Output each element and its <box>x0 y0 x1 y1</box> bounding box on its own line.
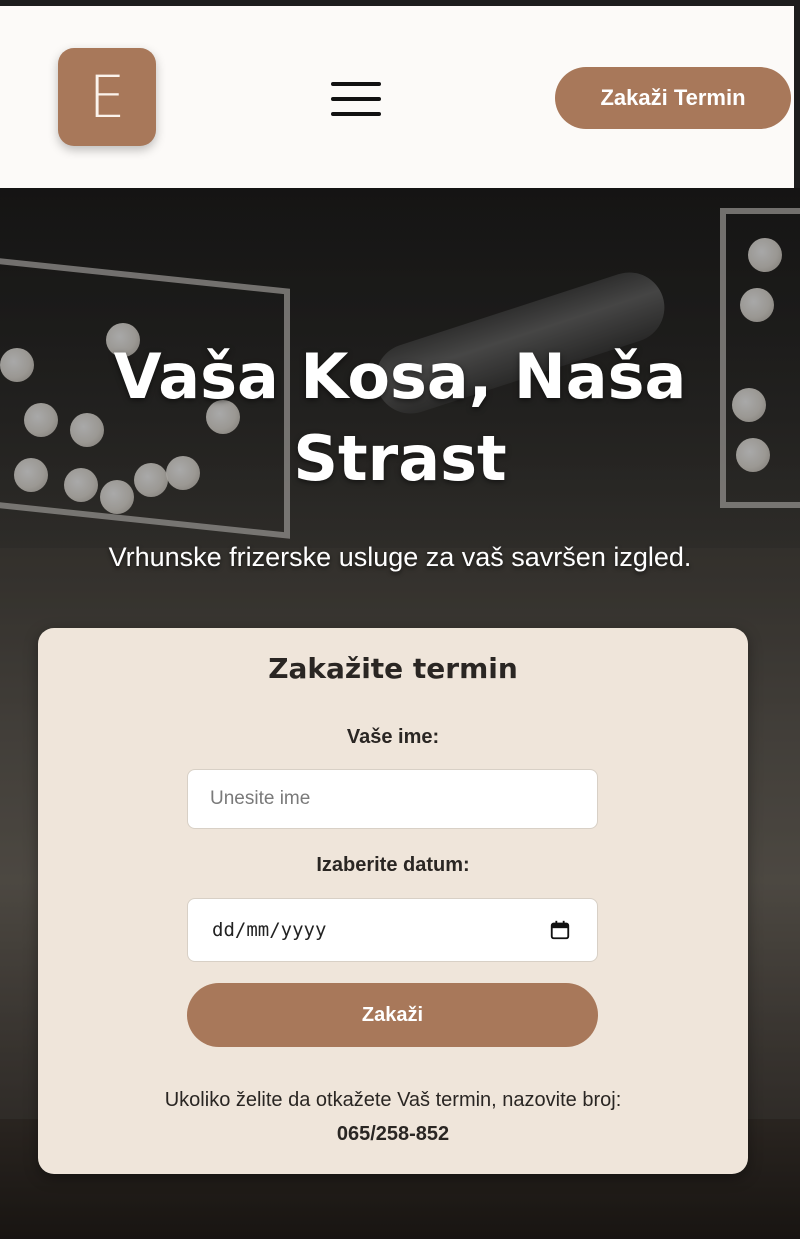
hamburger-menu-icon[interactable] <box>331 82 381 116</box>
phone-number[interactable]: 065/258-852 <box>68 1117 718 1151</box>
booking-form-card: Zakažite termin Vaše ime: Izaberite datu… <box>38 628 748 1174</box>
date-placeholder: dd/mm/yyyy <box>212 919 327 941</box>
date-label: Izaberite datum: <box>316 854 470 876</box>
booking-form-title: Zakažite termin <box>268 652 518 685</box>
book-appointment-button[interactable]: Zakaži Termin <box>555 67 791 129</box>
logo-letter: E <box>88 63 126 131</box>
submit-booking-button[interactable]: Zakaži <box>187 983 598 1047</box>
hero-section: Vaša Kosa, Naša Strast Vrhunske frizersk… <box>0 188 800 1239</box>
hamburger-line <box>331 112 381 116</box>
name-label: Vaše ime: <box>346 726 440 748</box>
cancellation-note: Ukoliko želite da otkažete Vaš termin, n… <box>68 1083 718 1151</box>
hero-title: Vaša Kosa, Naša Strast <box>113 340 687 495</box>
hamburger-line <box>331 82 381 86</box>
site-header: E Zakaži Termin <box>0 6 794 188</box>
window-right-border <box>794 0 800 190</box>
name-input[interactable] <box>187 769 598 829</box>
brand-logo[interactable]: E <box>58 48 156 146</box>
calendar-icon[interactable] <box>549 919 571 941</box>
hero-subtitle: Vrhunske frizerske usluge za vaš savršen… <box>108 542 692 572</box>
hamburger-line <box>331 97 381 101</box>
cancellation-text: Ukoliko želite da otkažete Vaš termin, n… <box>164 1089 622 1111</box>
date-input[interactable]: dd/mm/yyyy <box>187 898 598 962</box>
